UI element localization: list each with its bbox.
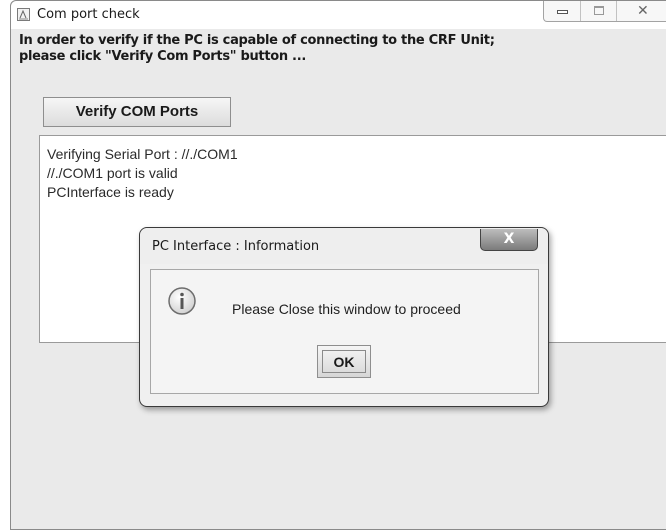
log-line: //./COM1 port is valid: [47, 165, 178, 181]
window-title: Com port check: [37, 7, 140, 22]
maximize-button[interactable]: [580, 1, 616, 21]
instructions-line-1: In order to verify if the PC is capable …: [19, 33, 495, 48]
window-titlebar[interactable]: Com port check ✕: [11, 1, 666, 29]
log-line: Verifying Serial Port : //./COM1: [47, 146, 238, 162]
dialog-message: Please Close this window to proceed: [232, 301, 461, 317]
window-controls: ✕: [543, 1, 666, 22]
ok-button[interactable]: OK: [317, 345, 371, 378]
minimize-button[interactable]: [544, 1, 580, 21]
info-icon: [167, 286, 197, 316]
dialog-title: PC Interface : Information: [152, 239, 320, 254]
maximize-icon: [594, 6, 604, 15]
information-dialog: PC Interface : Information X Please Clos…: [139, 227, 549, 407]
close-icon: ✕: [637, 3, 649, 19]
log-line: PCInterface is ready: [47, 184, 174, 200]
app-icon: [17, 8, 30, 21]
close-button[interactable]: ✕: [616, 1, 666, 21]
dialog-titlebar[interactable]: PC Interface : Information X: [140, 228, 548, 264]
dialog-body: Please Close this window to proceed OK: [150, 269, 539, 394]
instructions-text: In order to verify if the PC is capable …: [19, 33, 495, 65]
instructions-line-2: please click "Verify Com Ports" button .…: [19, 49, 306, 64]
verify-com-ports-button[interactable]: Verify COM Ports: [43, 97, 231, 127]
minimize-icon: [557, 10, 568, 14]
close-icon: X: [503, 231, 515, 247]
dialog-close-button[interactable]: X: [480, 229, 538, 251]
ok-button-label: OK: [322, 350, 366, 373]
